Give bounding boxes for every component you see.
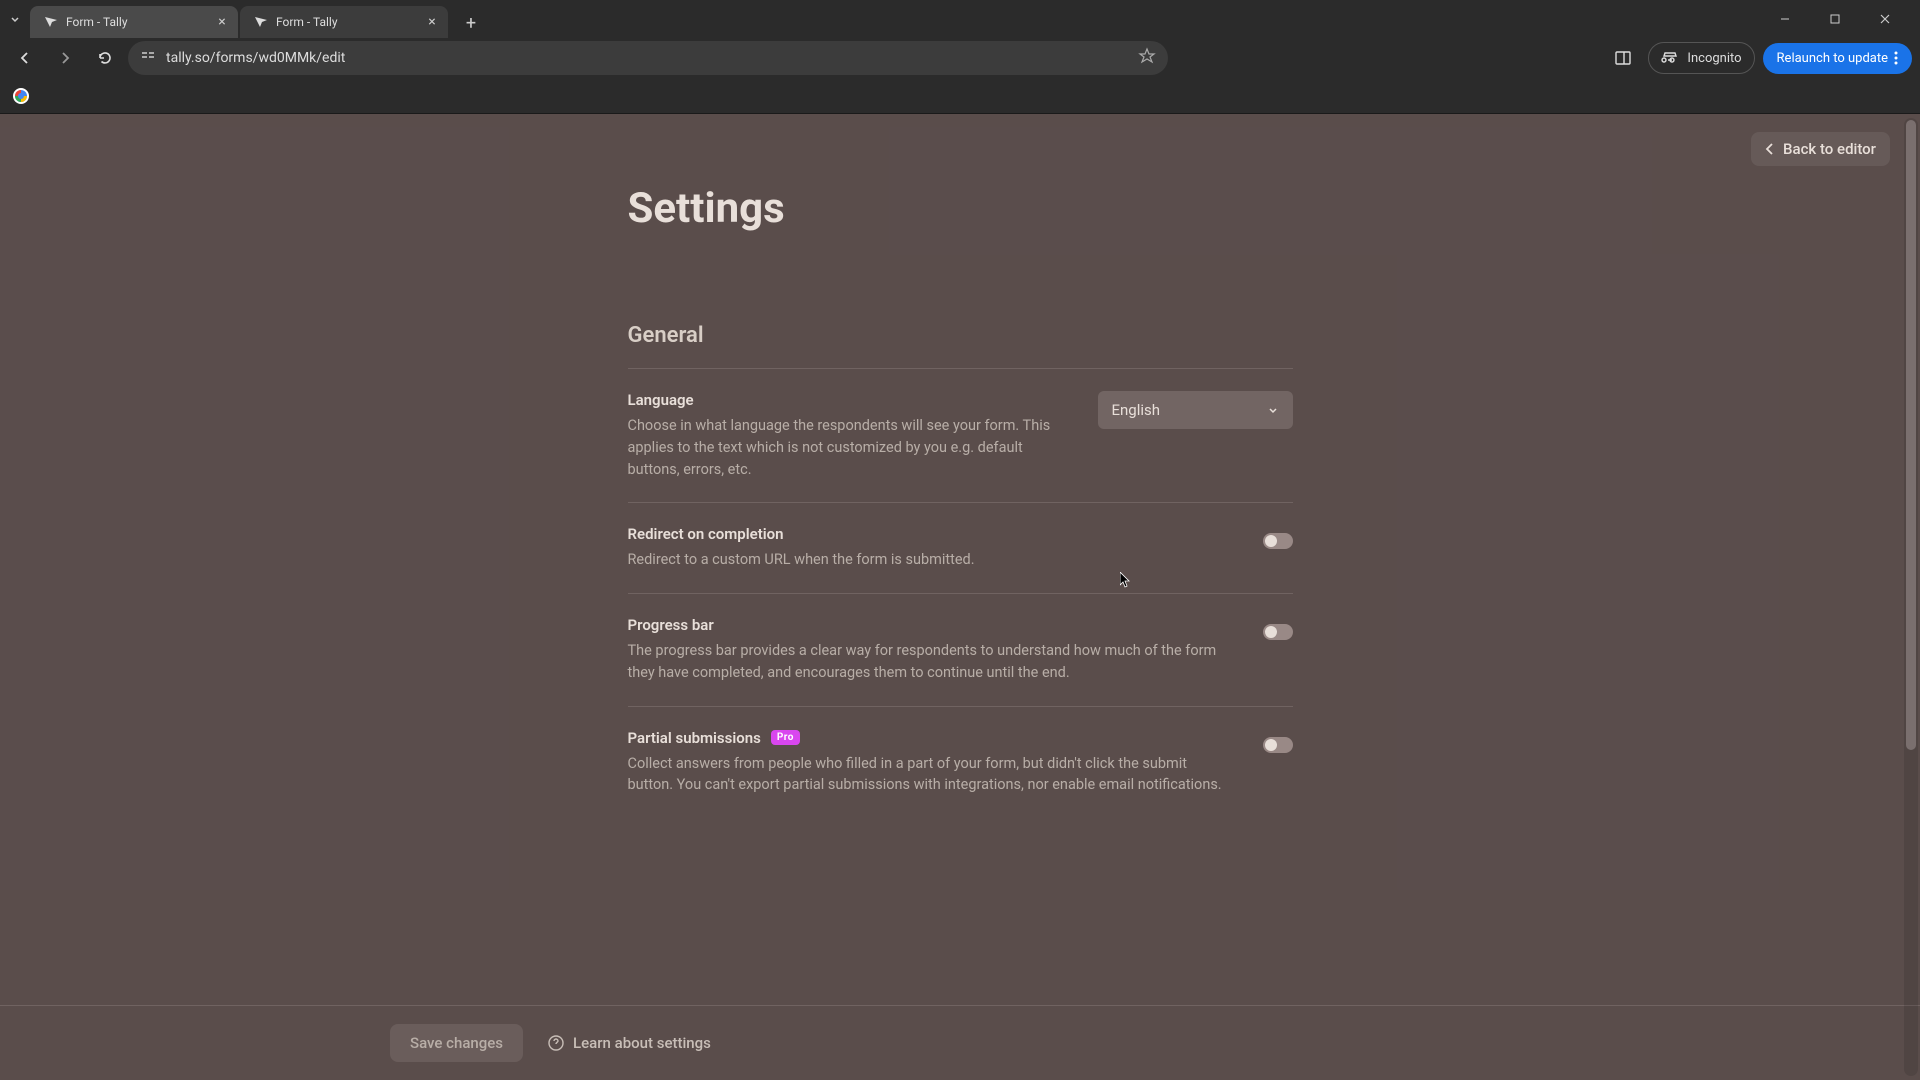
language-label: Language — [628, 391, 1068, 409]
redirect-label: Redirect on completion — [628, 525, 1233, 543]
back-button[interactable] — [8, 41, 42, 75]
window-controls — [1765, 4, 1920, 34]
forward-button[interactable] — [48, 41, 82, 75]
progress-toggle[interactable] — [1263, 624, 1293, 640]
browser-tab-2[interactable]: Form - Tally × — [240, 6, 448, 38]
more-menu-icon — [1894, 51, 1898, 65]
tally-favicon-icon — [42, 14, 58, 30]
setting-redirect: Redirect on completion Redirect to a cus… — [628, 502, 1293, 593]
tab-close-button[interactable]: × — [214, 14, 230, 30]
section-general-title: General — [628, 323, 1293, 348]
setting-partial-submissions: Partial submissions Pro Collect answers … — [628, 706, 1293, 819]
language-description: Choose in what language the respondents … — [628, 415, 1068, 480]
back-to-editor-button[interactable]: Back to editor — [1751, 132, 1890, 166]
redirect-toggle[interactable] — [1263, 533, 1293, 549]
learn-label: Learn about settings — [573, 1034, 711, 1052]
save-label: Save changes — [410, 1034, 503, 1052]
new-tab-button[interactable]: + — [456, 8, 486, 38]
site-info-icon[interactable] — [140, 48, 156, 68]
partial-label: Partial submissions — [628, 729, 761, 747]
setting-progress-bar: Progress bar The progress bar provides a… — [628, 593, 1293, 706]
chevron-left-icon — [1765, 142, 1775, 156]
redirect-description: Redirect to a custom URL when the form i… — [628, 549, 1233, 571]
help-icon — [547, 1034, 565, 1052]
address-bar[interactable]: tally.so/forms/wd0MMk/edit — [128, 41, 1168, 75]
tab-close-button[interactable]: × — [424, 14, 440, 30]
browser-tab-strip: Form - Tally × Form - Tally × + — [0, 0, 1920, 38]
partial-toggle[interactable] — [1263, 737, 1293, 753]
language-value: English — [1112, 401, 1161, 419]
pro-badge: Pro — [771, 730, 800, 745]
minimize-button[interactable] — [1765, 4, 1805, 34]
tab-title: Form - Tally — [276, 15, 416, 29]
incognito-indicator[interactable]: Incognito — [1648, 42, 1754, 74]
progress-description: The progress bar provides a clear way fo… — [628, 640, 1233, 684]
browser-tab-1[interactable]: Form - Tally × — [30, 6, 238, 38]
page-viewport: Back to editor Settings General Language… — [0, 114, 1920, 1080]
toggle-knob — [1265, 739, 1277, 751]
progress-label: Progress bar — [628, 616, 1233, 634]
language-select[interactable]: English — [1098, 391, 1293, 429]
tally-favicon-icon — [252, 14, 268, 30]
tab-title: Form - Tally — [66, 15, 206, 29]
toggle-knob — [1265, 535, 1277, 547]
page-title: Settings — [628, 184, 1293, 233]
browser-toolbar: tally.so/forms/wd0MMk/edit Incognito Rel… — [0, 38, 1920, 78]
maximize-button[interactable] — [1815, 4, 1855, 34]
close-window-button[interactable] — [1865, 4, 1905, 34]
side-panel-button[interactable] — [1606, 41, 1640, 75]
bookmark-star-icon[interactable] — [1138, 47, 1156, 69]
google-bookmark[interactable] — [12, 87, 30, 105]
chevron-down-icon — [1267, 404, 1279, 416]
incognito-label: Incognito — [1687, 51, 1741, 66]
partial-description: Collect answers from people who filled i… — [628, 753, 1233, 797]
relaunch-label: Relaunch to update — [1777, 51, 1888, 66]
bookmarks-bar — [0, 78, 1920, 114]
save-changes-button[interactable]: Save changes — [390, 1024, 523, 1062]
relaunch-button[interactable]: Relaunch to update — [1763, 43, 1912, 74]
tab-search-dropdown[interactable] — [0, 0, 30, 38]
scrollbar-track[interactable] — [1904, 118, 1918, 1076]
reload-button[interactable] — [88, 41, 122, 75]
setting-language: Language Choose in what language the res… — [628, 368, 1293, 502]
learn-about-settings-link[interactable]: Learn about settings — [547, 1034, 711, 1052]
back-to-editor-label: Back to editor — [1783, 140, 1876, 158]
scrollbar-thumb[interactable] — [1906, 120, 1916, 750]
footer-bar: Save changes Learn about settings — [0, 1005, 1920, 1080]
incognito-icon — [1661, 49, 1679, 67]
url-text: tally.so/forms/wd0MMk/edit — [166, 50, 1128, 66]
toggle-knob — [1265, 626, 1277, 638]
